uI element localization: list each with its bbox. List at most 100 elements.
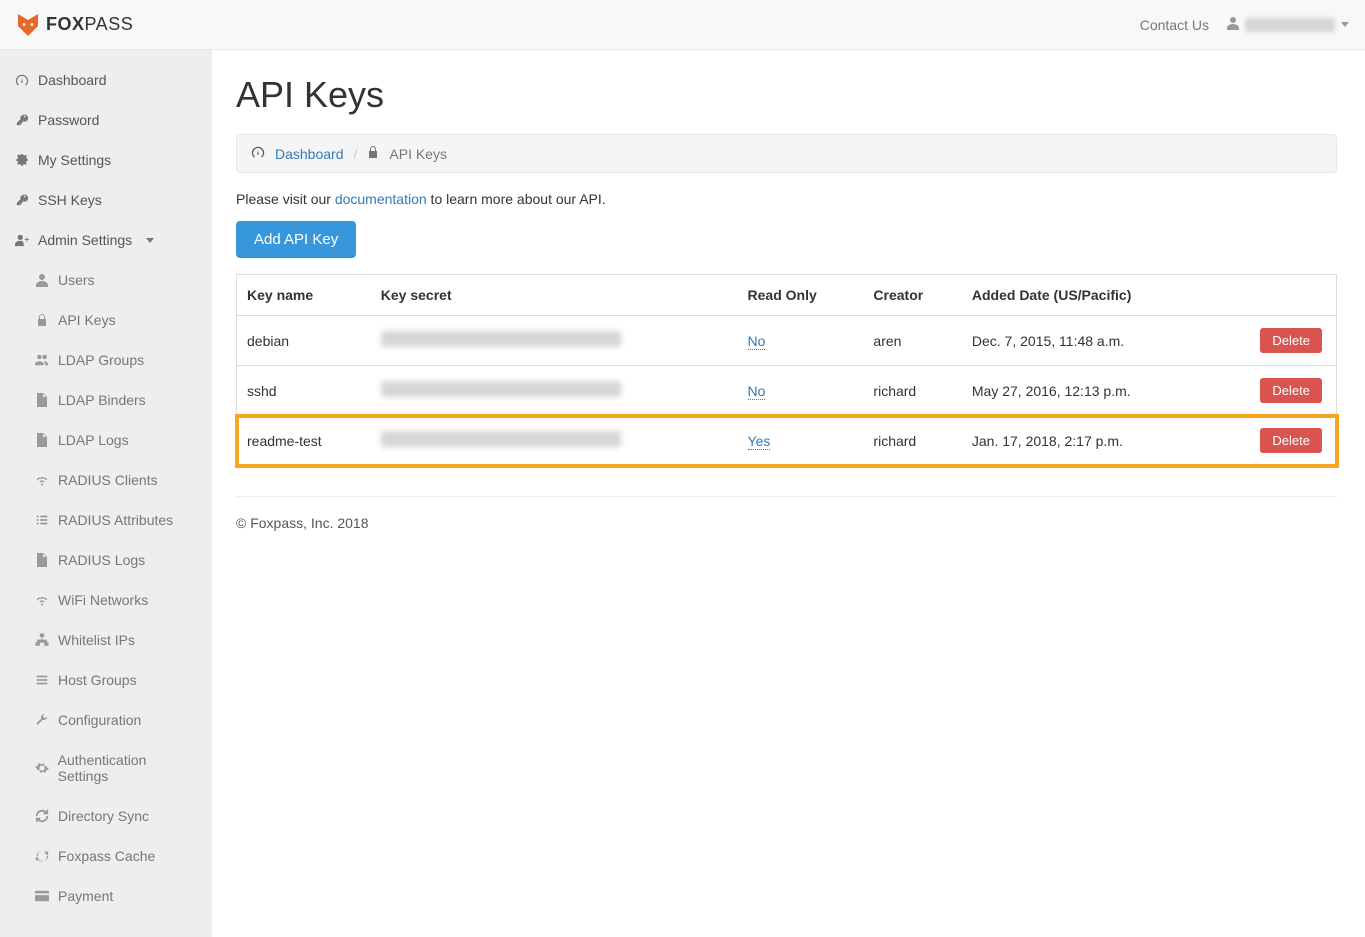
table-header: Added Date (US/Pacific) xyxy=(962,275,1215,316)
sidebar-item-label: RADIUS Clients xyxy=(58,472,158,488)
key-secret-cell xyxy=(371,316,738,366)
read-only-toggle[interactable]: Yes xyxy=(748,433,771,450)
sidebar-item-radius-logs[interactable]: RADIUS Logs xyxy=(0,540,212,580)
breadcrumb-separator: / xyxy=(354,146,358,162)
intro-text: Please visit our documentation to learn … xyxy=(236,191,1337,207)
table-header: Creator xyxy=(863,275,961,316)
sidebar-item-admin-settings[interactable]: Admin Settings xyxy=(0,220,212,260)
sidebar-item-directory-sync[interactable]: Directory Sync xyxy=(0,796,212,836)
add-api-key-button[interactable]: Add API Key xyxy=(236,221,356,258)
sidebar-item-password[interactable]: Password xyxy=(0,100,212,140)
key-icon xyxy=(14,193,30,207)
sidebar-item-label: LDAP Binders xyxy=(58,392,146,408)
footer-copyright: © Foxpass, Inc. 2018 xyxy=(236,515,1337,531)
key-name-cell: readme-test xyxy=(237,416,371,466)
sidebar-item-ldap-groups[interactable]: LDAP Groups xyxy=(0,340,212,380)
delete-button[interactable]: Delete xyxy=(1260,378,1322,403)
wrench-icon xyxy=(34,713,50,727)
lock-icon xyxy=(34,313,50,327)
read-only-cell: No xyxy=(738,366,864,416)
sidebar-item-dashboard[interactable]: Dashboard xyxy=(0,60,212,100)
gear-icon xyxy=(34,761,50,775)
table-header xyxy=(1215,275,1336,316)
key-icon xyxy=(14,113,30,127)
sidebar-item-label: RADIUS Attributes xyxy=(58,512,173,528)
brand-text-bold: FOX xyxy=(46,14,85,35)
delete-button[interactable]: Delete xyxy=(1260,328,1322,353)
main-content: API Keys Dashboard / API Keys Please vis… xyxy=(212,50,1365,937)
page-title: API Keys xyxy=(236,74,1337,116)
sidebar-item-label: Dashboard xyxy=(38,72,107,88)
sidebar-item-api-keys[interactable]: API Keys xyxy=(0,300,212,340)
creator-cell: richard xyxy=(863,366,961,416)
table-header: Key name xyxy=(237,275,371,316)
key-secret-cell xyxy=(371,366,738,416)
bars-icon xyxy=(34,673,50,687)
secret-blurred xyxy=(381,331,621,347)
file-icon xyxy=(34,393,50,407)
sidebar-item-label: Password xyxy=(38,112,99,128)
sidebar-item-label: Whitelist IPs xyxy=(58,632,135,648)
sidebar-item-label: RADIUS Logs xyxy=(58,552,145,568)
wifi-icon xyxy=(34,473,50,487)
topbar: FOXPASS Contact Us xyxy=(0,0,1365,50)
key-name-cell: debian xyxy=(237,316,371,366)
sidebar-item-my-settings[interactable]: My Settings xyxy=(0,140,212,180)
sidebar-item-ldap-binders[interactable]: LDAP Binders xyxy=(0,380,212,420)
sidebar-item-label: Host Groups xyxy=(58,672,137,688)
user-menu[interactable] xyxy=(1227,16,1349,33)
sidebar-item-wifi-networks[interactable]: WiFi Networks xyxy=(0,580,212,620)
sidebar-item-ldap-logs[interactable]: LDAP Logs xyxy=(0,420,212,460)
breadcrumb-dashboard-link[interactable]: Dashboard xyxy=(275,146,344,162)
group-icon xyxy=(34,353,50,367)
sidebar: Dashboard Password My SettingsSSH Keys Adm… xyxy=(0,50,212,937)
divider xyxy=(236,496,1337,497)
card-icon xyxy=(34,890,50,902)
sidebar-item-authentication-settings[interactable]: Authentication Settings xyxy=(0,740,212,796)
table-header: Key secret xyxy=(371,275,738,316)
added-date-cell: Jan. 17, 2018, 2:17 p.m. xyxy=(962,416,1215,466)
delete-button[interactable]: Delete xyxy=(1260,428,1322,453)
table-header: Read Only xyxy=(738,275,864,316)
sidebar-item-host-groups[interactable]: Host Groups xyxy=(0,660,212,700)
sidebar-item-whitelist-ips[interactable]: Whitelist IPs xyxy=(0,620,212,660)
sidebar-admin-label: Admin Settings xyxy=(38,232,132,248)
action-cell: Delete xyxy=(1215,366,1336,416)
sidebar-item-label: Payment xyxy=(58,888,113,904)
sidebar-item-label: API Keys xyxy=(58,312,116,328)
sidebar-item-users[interactable]: Users xyxy=(0,260,212,300)
brand-text-light: PASS xyxy=(85,14,134,35)
added-date-cell: Dec. 7, 2015, 11:48 a.m. xyxy=(962,316,1215,366)
table-row: readme-testYesrichardJan. 17, 2018, 2:17… xyxy=(237,416,1337,466)
sidebar-item-ssh-keys[interactable]: SSH Keys xyxy=(0,180,212,220)
secret-blurred xyxy=(381,381,621,397)
secret-blurred xyxy=(381,431,621,447)
lock-icon xyxy=(367,145,379,162)
sidebar-item-foxpass-cache[interactable]: Foxpass Cache xyxy=(0,836,212,876)
sidebar-item-label: WiFi Networks xyxy=(58,592,148,608)
creator-cell: aren xyxy=(863,316,961,366)
sidebar-item-label: Authentication Settings xyxy=(58,752,198,784)
added-date-cell: May 27, 2016, 12:13 p.m. xyxy=(962,366,1215,416)
read-only-toggle[interactable]: No xyxy=(748,383,766,400)
sidebar-item-payment[interactable]: Payment xyxy=(0,876,212,916)
fox-icon xyxy=(16,12,40,38)
sidebar-item-label: Directory Sync xyxy=(58,808,149,824)
contact-us-link[interactable]: Contact Us xyxy=(1140,17,1209,33)
breadcrumb: Dashboard / API Keys xyxy=(236,134,1337,173)
table-row: sshd No richardMay 27, 2016, 12:13 p.m. Del… xyxy=(237,366,1337,416)
sidebar-item-radius-clients[interactable]: RADIUS Clients xyxy=(0,460,212,500)
user-icon xyxy=(34,273,50,287)
documentation-link[interactable]: documentation xyxy=(335,191,427,207)
key-name-cell: sshd xyxy=(237,366,371,416)
sidebar-item-configuration[interactable]: Configuration xyxy=(0,700,212,740)
list-icon xyxy=(34,513,50,527)
read-only-toggle[interactable]: No xyxy=(748,333,766,350)
action-cell: Delete xyxy=(1215,316,1336,366)
refresh-alt-icon xyxy=(34,849,50,863)
sitemap-icon xyxy=(34,633,50,647)
sidebar-item-radius-attributes[interactable]: RADIUS Attributes xyxy=(0,500,212,540)
user-name-blurred xyxy=(1245,18,1335,32)
wifi-icon xyxy=(34,593,50,607)
brand-logo[interactable]: FOXPASS xyxy=(16,12,133,38)
